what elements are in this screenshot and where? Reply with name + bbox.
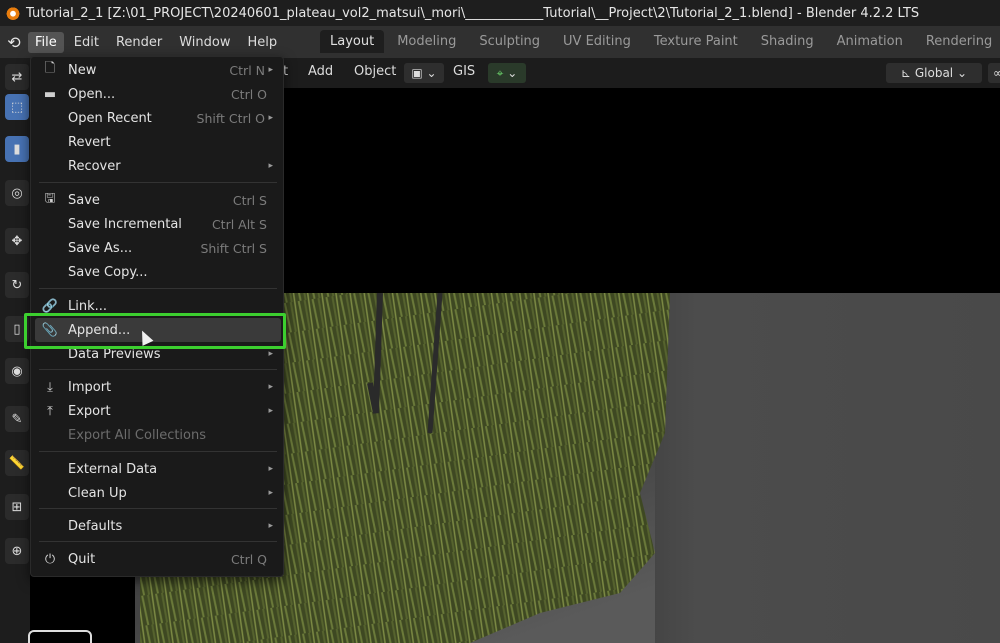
menu-item-save[interactable]: 🖫 Save Ctrl S	[35, 188, 281, 212]
menu-separator	[39, 541, 277, 542]
chevron-down-icon: ⌄	[507, 66, 518, 80]
measure-tool-icon[interactable]: 📏	[5, 450, 29, 476]
scale-tool-icon[interactable]: ↻	[5, 272, 29, 298]
pivot-button[interactable]: ∞	[988, 63, 1000, 83]
menu-item-save-copy[interactable]: Save Copy...	[35, 260, 281, 284]
window-title-bar: Tutorial_2_1 [Z:\01_PROJECT\20240601_pla…	[0, 0, 1000, 26]
menu-item-revert[interactable]: Revert	[35, 130, 281, 154]
tab-sculpting[interactable]: Sculpting	[469, 30, 550, 53]
menu-separator	[39, 369, 277, 370]
submenu-arrow-icon: ▸	[268, 161, 273, 171]
viewport-menu-gis[interactable]: GIS	[453, 64, 475, 79]
add-cube-tool-icon[interactable]: ⊞	[5, 494, 29, 520]
blender-logo-icon[interactable]: ⟲	[0, 33, 28, 52]
transform-orientation-dropdown[interactable]: ⊾ Global ⌄	[886, 63, 982, 83]
menu-render[interactable]: Render	[109, 32, 169, 53]
viewport-menu-add[interactable]: Add	[308, 64, 333, 79]
new-file-icon: 🗋	[44, 61, 56, 76]
bottom-left-widget[interactable]	[28, 630, 92, 643]
submenu-arrow-icon: ▸	[268, 65, 273, 75]
rotate-tool-icon[interactable]: ✥	[5, 228, 29, 254]
transform-orientation-value: Global	[914, 66, 954, 80]
annotate-tool-icon[interactable]: ◉	[5, 358, 29, 384]
window-title: Tutorial_2_1 [Z:\01_PROJECT\20240601_pla…	[26, 5, 920, 21]
submenu-arrow-icon: ▸	[268, 382, 273, 392]
submenu-arrow-icon: ▸	[268, 488, 273, 498]
menu-item-defaults[interactable]: Defaults ▸	[35, 514, 281, 538]
menu-window[interactable]: Window	[172, 32, 237, 53]
menu-item-export-all-collections: Export All Collections	[68, 427, 207, 443]
workspace-tabs: Layout Modeling Sculpting UV Editing Tex…	[320, 30, 1000, 53]
submenu-arrow-icon: ▸	[268, 406, 273, 416]
submenu-arrow-icon: ▸	[268, 521, 273, 531]
menu-item-data-previews[interactable]: Data Previews ▸	[35, 342, 281, 366]
menu-item-external-data[interactable]: External Data ▸	[35, 457, 281, 481]
menu-item-quit[interactable]: ⏻ Quit Ctrl Q	[35, 547, 281, 571]
power-icon: ⏻	[44, 551, 56, 567]
folder-icon: ▬	[43, 86, 57, 102]
film-icon: ▣	[411, 66, 423, 80]
cursor-tool-icon[interactable]: ▮	[5, 136, 29, 162]
paperclip-icon: 📎	[41, 322, 59, 338]
pencil-tool-icon[interactable]: ✎	[5, 406, 29, 432]
transform-tool-icon[interactable]: ⇄	[5, 64, 29, 90]
left-toolbar: ⇄ ⬚ ▮ ◎ ✥ ↻ ▯ ◉ ✎ 📏 ⊞ ⊕	[0, 58, 30, 643]
menu-separator	[39, 451, 277, 452]
file-menu-dropdown: 🗋 New Ctrl N ▸ ▬ Open... Ctrl O Open Rec…	[30, 56, 284, 577]
menu-file[interactable]: File	[28, 31, 64, 53]
chevron-down-icon: ⌄	[426, 66, 437, 80]
tab-modeling[interactable]: Modeling	[387, 30, 466, 53]
menu-item-export[interactable]: ⤒ Export ▸	[35, 399, 281, 423]
menu-item-save-as[interactable]: Save As... Shift Ctrl S	[35, 236, 281, 260]
menu-separator	[39, 182, 277, 183]
menu-item-link[interactable]: 🔗 Link...	[35, 294, 281, 318]
select-box-tool-icon[interactable]: ⬚	[5, 94, 29, 120]
axis-icon: ⊾	[900, 66, 912, 80]
tab-shading[interactable]: Shading	[751, 30, 824, 53]
save-icon: 🖫	[44, 191, 56, 206]
snap-dropdown[interactable]: ⌖ ⌄	[488, 63, 526, 83]
menu-item-clean-up[interactable]: Clean Up ▸	[35, 481, 281, 505]
menu-edit[interactable]: Edit	[67, 32, 106, 53]
export-icon: ⤒	[47, 403, 53, 419]
transform-gizmo-icon[interactable]: ▯	[5, 316, 29, 342]
import-icon: ⤓	[47, 379, 53, 395]
tab-rendering[interactable]: Rendering	[916, 30, 1000, 53]
move-tool-icon[interactable]: ◎	[5, 180, 29, 206]
menu-separator	[39, 288, 277, 289]
menu-item-open[interactable]: ▬ Open... Ctrl O	[35, 82, 281, 106]
tab-texture-paint[interactable]: Texture Paint	[644, 30, 748, 53]
top-menu-bar: ⟲ File Edit Render Window Help Layout Mo…	[0, 26, 1000, 58]
menu-item-open-recent[interactable]: Open Recent Shift Ctrl O ▸	[35, 106, 281, 130]
add-object-tool-icon[interactable]: ⊕	[5, 538, 29, 564]
menu-item-recover[interactable]: Recover ▸	[35, 154, 281, 178]
link-icon: 🔗	[41, 298, 59, 314]
view-mode-dropdown[interactable]: ▣ ⌄	[404, 63, 444, 83]
menu-item-append[interactable]: 📎 Append...	[35, 318, 281, 342]
link-icon: ∞	[993, 66, 1000, 80]
menu-separator	[39, 508, 277, 509]
cursor-icon: ⌖	[496, 65, 504, 80]
chevron-down-icon: ⌄	[956, 66, 968, 80]
submenu-arrow-icon: ▸	[268, 349, 273, 359]
blender-app-icon	[6, 6, 20, 20]
menu-item-save-incremental[interactable]: Save Incremental Ctrl Alt S	[35, 212, 281, 236]
tab-uv-editing[interactable]: UV Editing	[553, 30, 641, 53]
tab-animation[interactable]: Animation	[827, 30, 913, 53]
menu-item-new[interactable]: 🗋 New Ctrl N ▸	[35, 58, 281, 82]
viewport-menu-object[interactable]: Object	[354, 64, 396, 79]
tab-layout[interactable]: Layout	[320, 30, 385, 53]
submenu-arrow-icon: ▸	[268, 464, 273, 474]
menu-item-import[interactable]: ⤓ Import ▸	[35, 375, 281, 399]
menu-help[interactable]: Help	[241, 32, 285, 53]
submenu-arrow-icon: ▸	[268, 113, 273, 123]
